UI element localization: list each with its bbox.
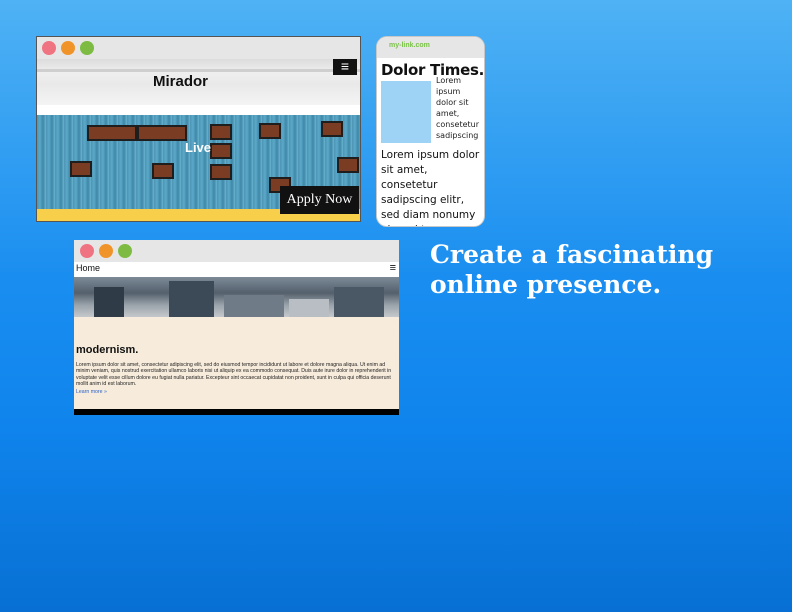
tagline-heading: Create a fascinating online presence. xyxy=(430,240,714,299)
article-image xyxy=(381,81,431,143)
mobile-preview-dolor-times: my-link.com Dolor Times. Lorem ipsum dol… xyxy=(376,36,485,227)
window-titlebar xyxy=(37,37,360,59)
nav-home-link[interactable]: Home xyxy=(76,263,100,273)
learn-more-link[interactable]: Learn more » xyxy=(76,389,107,395)
site-nav: Home ≡ xyxy=(74,262,399,277)
hamburger-menu-icon[interactable]: ≡ xyxy=(390,262,396,274)
close-dot-icon[interactable] xyxy=(80,244,94,258)
site-brand: Mirador xyxy=(153,73,209,90)
minimize-dot-icon[interactable] xyxy=(61,41,75,55)
side-text: Lorem ipsum dolor sit amet, consetetur s… xyxy=(436,76,480,140)
hamburger-menu-icon[interactable]: ≡ xyxy=(333,59,357,75)
footer-bar xyxy=(74,409,399,415)
website-preview-modernism: Home ≡ modernism. Lorem ipsum dolor sit … xyxy=(74,240,399,415)
hero-subtitle: Live xyxy=(185,140,212,155)
close-dot-icon[interactable] xyxy=(42,41,56,55)
window-titlebar xyxy=(74,240,399,262)
city-skyline-image xyxy=(74,277,399,317)
website-preview-mirador: ≡ Mirador Live Apply Now xyxy=(36,36,361,222)
maximize-dot-icon[interactable] xyxy=(118,244,132,258)
url-text[interactable]: my-link.com xyxy=(389,42,430,49)
maximize-dot-icon[interactable] xyxy=(80,41,94,55)
mobile-url-bar: my-link.com xyxy=(377,37,484,58)
body-text: Lorem ipsum dolor sit amet, consetetur s… xyxy=(381,149,480,226)
apply-now-button[interactable]: Apply Now xyxy=(280,186,359,214)
minimize-dot-icon[interactable] xyxy=(99,244,113,258)
body-paragraph: Lorem ipsum dolor sit amet, consectetur … xyxy=(76,362,392,388)
section-heading: modernism. xyxy=(76,344,139,356)
